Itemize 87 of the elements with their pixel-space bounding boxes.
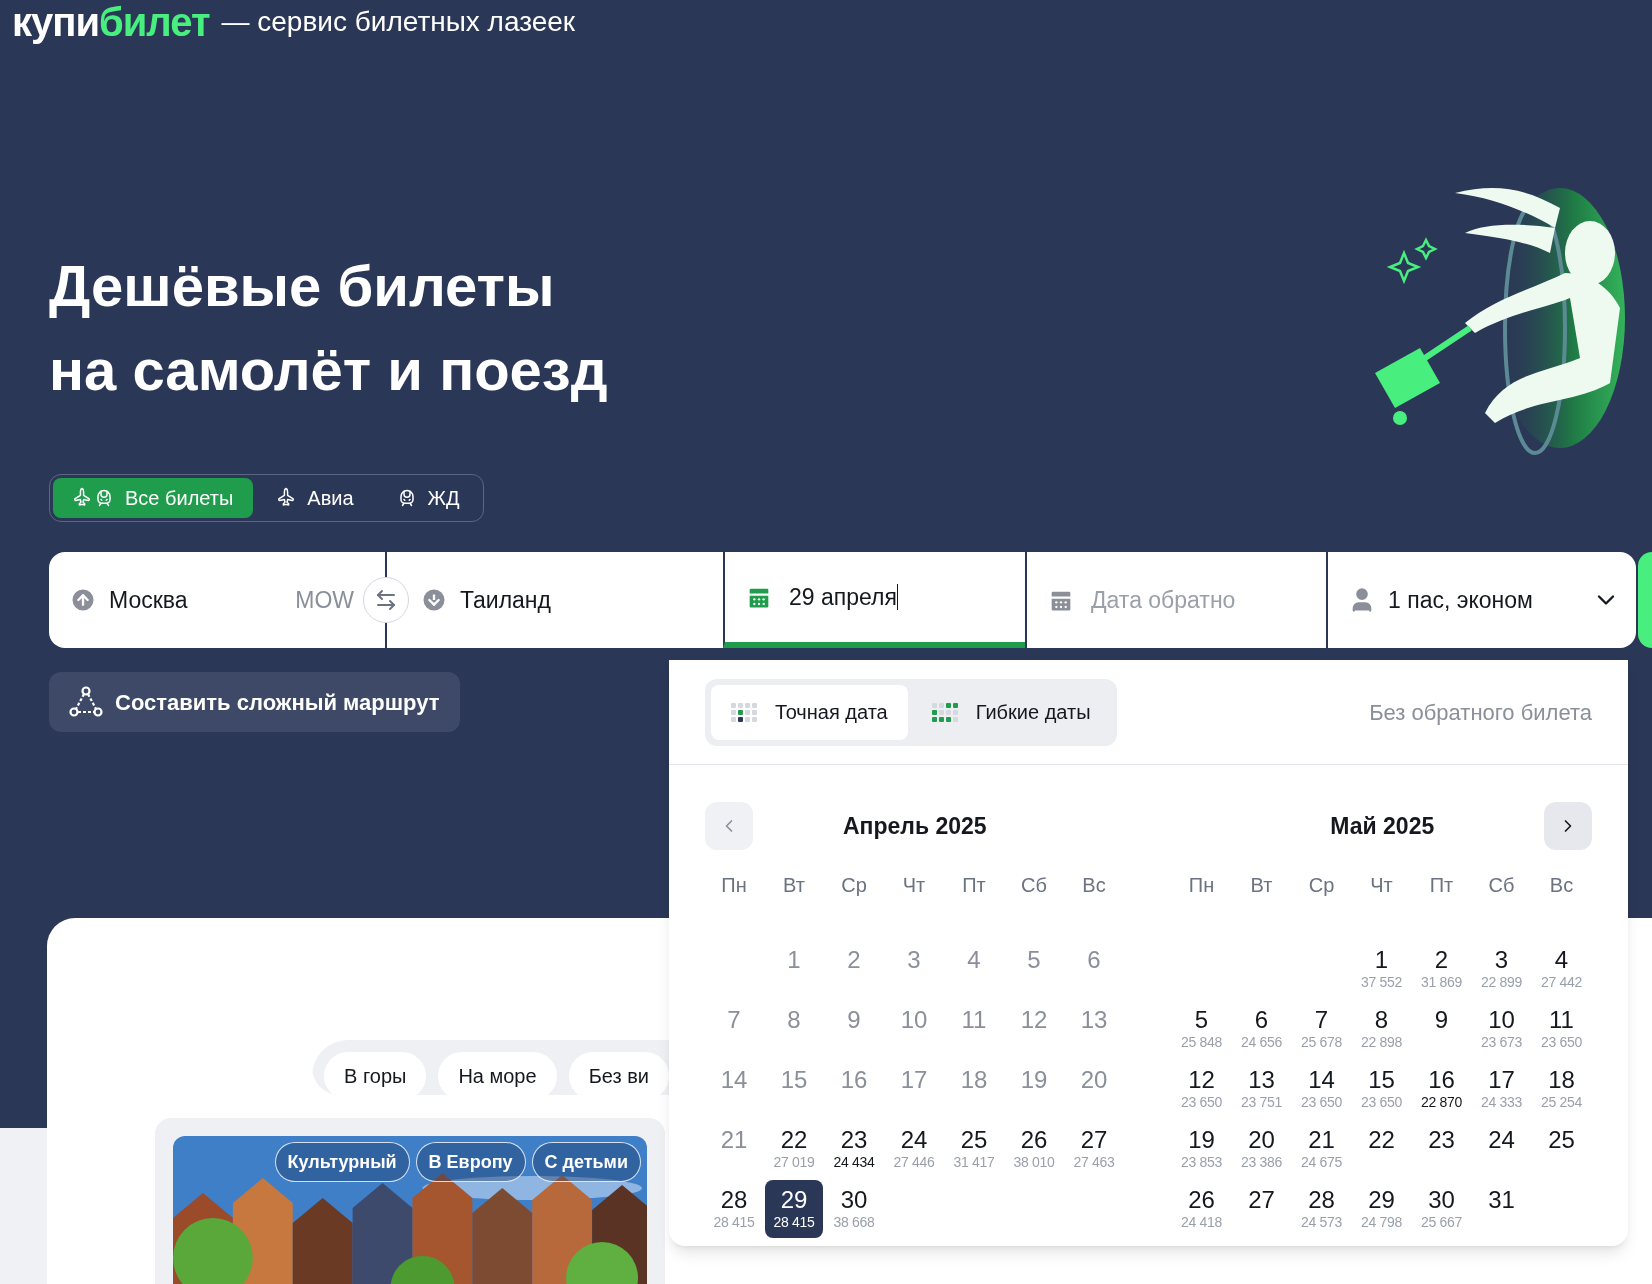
calendar-day[interactable]: 4 27 442 xyxy=(1532,940,1591,998)
weekday-label: Вс xyxy=(1081,873,1107,898)
calendar-day[interactable]: 28 24 573 xyxy=(1292,1180,1351,1238)
weekday-label: Вс xyxy=(1548,873,1575,898)
destination-field[interactable]: Таиланд xyxy=(410,552,723,648)
calendar-day[interactable]: 5 25 848 xyxy=(1172,1000,1231,1058)
calendar-day[interactable]: 23 xyxy=(1412,1120,1471,1178)
calendar-day[interactable]: 27 27 463 xyxy=(1065,1120,1123,1178)
calendar-day[interactable]: 7 25 678 xyxy=(1292,1000,1351,1058)
weekday-label: Вт xyxy=(782,873,806,898)
swap-button[interactable] xyxy=(363,577,409,623)
calendar-day[interactable]: 28 28 415 xyxy=(705,1180,763,1238)
calendar-day[interactable]: 6 24 656 xyxy=(1232,1000,1291,1058)
headline: на самолёт и поезд xyxy=(49,336,609,404)
dot-grid-icon xyxy=(731,702,759,722)
calendar-day[interactable]: 2 31 869 xyxy=(1412,940,1471,998)
transport-tab[interactable]: ЖД xyxy=(377,478,480,518)
calendar-day[interactable]: 13 23 751 xyxy=(1232,1060,1291,1118)
calendar-day[interactable]: 24 27 446 xyxy=(885,1120,943,1178)
card-tag: В Европу xyxy=(415,1142,526,1182)
calendar-day[interactable]: 12 23 650 xyxy=(1172,1060,1231,1118)
weekday-label: Пт xyxy=(961,873,987,898)
calendar-day[interactable]: 25 31 417 xyxy=(945,1120,1003,1178)
calendar-day[interactable]: 8 22 898 xyxy=(1352,1000,1411,1058)
calendar-day[interactable]: 29 24 798 xyxy=(1352,1180,1411,1238)
card-tag: С детьми xyxy=(531,1142,641,1182)
arrow-down-icon xyxy=(420,586,448,614)
calendar-day[interactable]: 14 23 650 xyxy=(1292,1060,1351,1118)
train-icon xyxy=(397,489,416,507)
departure-date-field[interactable]: 29 апреля xyxy=(723,552,1025,648)
calendar-day[interactable]: 26 38 010 xyxy=(1005,1120,1063,1178)
calendar-day[interactable]: 19 23 853 xyxy=(1172,1120,1231,1178)
arrow-up-icon xyxy=(69,586,97,614)
headline: Дешёвые билеты xyxy=(49,252,556,320)
calendar-day[interactable]: 10 23 673 xyxy=(1472,1000,1531,1058)
calendar-day[interactable]: 20 23 386 xyxy=(1232,1120,1291,1178)
calendar-day[interactable]: 1 37 552 xyxy=(1352,940,1411,998)
weekday-label: Пн xyxy=(1187,873,1216,898)
date-mode-tab[interactable]: Гибкие даты xyxy=(911,684,1111,740)
dot-grid-icon xyxy=(931,702,960,722)
weekday-label: Ср xyxy=(840,873,868,898)
calendar-day[interactable]: 3 22 899 xyxy=(1472,940,1531,998)
calendar-day[interactable]: 29 28 415 xyxy=(765,1180,823,1238)
calendar-day[interactable]: 21 24 675 xyxy=(1292,1120,1351,1178)
logo[interactable]: купибилет xyxy=(12,2,210,42)
card-tag: Культурный xyxy=(274,1142,410,1182)
calendar-day[interactable]: 25 xyxy=(1532,1120,1591,1178)
date-mode-tab[interactable]: Точная дата xyxy=(711,684,908,740)
month-title: Апрель 2025 xyxy=(842,811,987,841)
category-chip[interactable]: Без ви xyxy=(568,1052,669,1095)
complex-route-button[interactable]: Составить сложный маршрут xyxy=(49,672,460,732)
weekday-label: Сб xyxy=(1487,873,1516,898)
calendar-day[interactable]: 23 24 434 xyxy=(825,1120,883,1178)
calendar-day[interactable]: 30 25 667 xyxy=(1412,1180,1471,1238)
weekday-label: Сб xyxy=(1020,873,1048,898)
category-chip[interactable]: На море xyxy=(438,1052,557,1095)
calendar-day[interactable]: 27 xyxy=(1232,1180,1291,1238)
weekday-label: Ср xyxy=(1307,873,1336,898)
calendar-day[interactable]: 17 24 333 xyxy=(1472,1060,1531,1118)
calendar-day[interactable]: 11 23 650 xyxy=(1532,1000,1591,1058)
weekday-label: Пт xyxy=(1428,873,1455,898)
swap-icon xyxy=(374,588,398,612)
passengers-field[interactable]: 1 пас, эконом xyxy=(1326,552,1636,648)
calendar-day[interactable]: 22 xyxy=(1352,1120,1411,1178)
category-chip[interactable]: В горы xyxy=(324,1052,427,1095)
transport-tab[interactable]: Авиа xyxy=(257,478,374,518)
destination-card[interactable]: Культурный В Европу С детьми xyxy=(155,1118,665,1284)
calendar-day[interactable]: 16 22 870 xyxy=(1412,1060,1471,1118)
weekday-label: Вт xyxy=(1249,873,1274,898)
transport-tab[interactable]: Все билеты xyxy=(53,478,254,518)
calendar-day[interactable]: 30 38 668 xyxy=(825,1180,883,1238)
search-button[interactable] xyxy=(1638,552,1652,648)
train-icon xyxy=(95,489,113,507)
tagline: — сервис билетных лазеек xyxy=(221,5,576,39)
weekday-label: Чт xyxy=(1369,873,1394,898)
calendar-day[interactable]: 31 xyxy=(1472,1180,1531,1238)
calendar-day[interactable]: 22 27 019 xyxy=(765,1120,823,1178)
calendar-day[interactable]: 15 23 650 xyxy=(1352,1060,1411,1118)
calendar-day[interactable]: 18 25 254 xyxy=(1532,1060,1591,1118)
weekday-label: Пн xyxy=(720,873,748,898)
calendar-day[interactable]: 26 24 418 xyxy=(1172,1180,1231,1238)
calendar-day[interactable]: 9 xyxy=(1412,1000,1471,1058)
weekday-label: Чт xyxy=(901,873,927,898)
origin-field[interactable]: Москва MOW xyxy=(49,552,362,648)
month-title: Май 2025 xyxy=(1330,811,1435,841)
calendar-day[interactable]: 24 xyxy=(1472,1120,1531,1178)
route-icon xyxy=(69,686,103,718)
